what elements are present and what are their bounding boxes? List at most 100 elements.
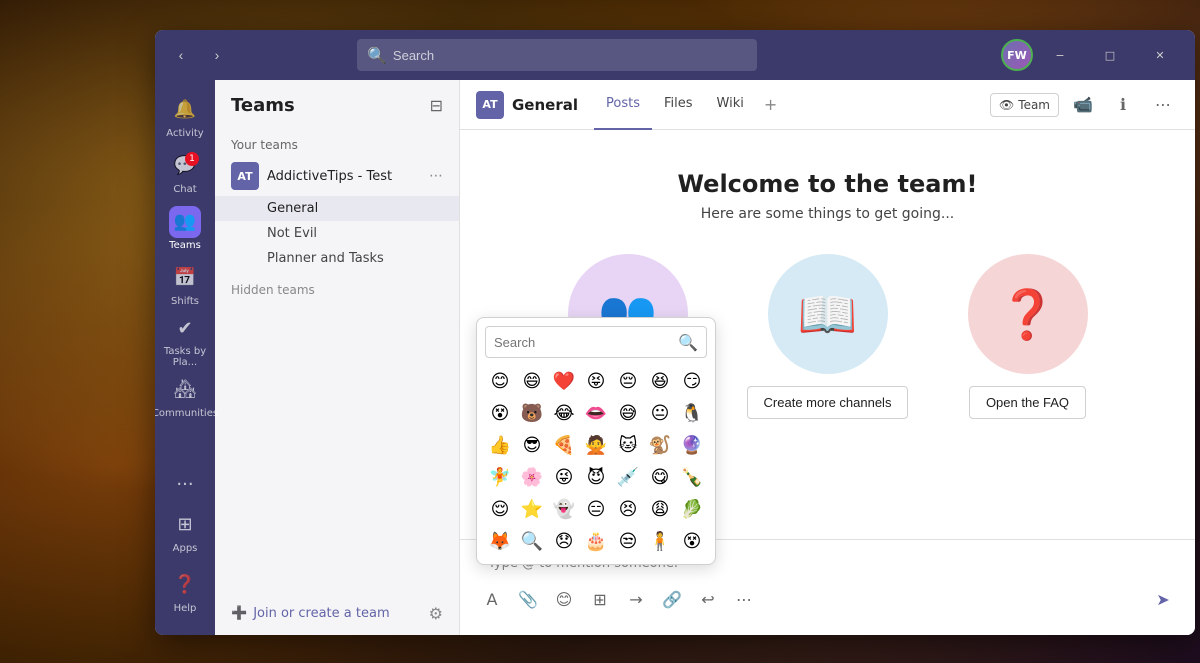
emoji-item[interactable]: 🐱	[613, 430, 643, 460]
emoji-item[interactable]: 🔮	[677, 430, 707, 460]
emoji-item[interactable]: 😄	[517, 366, 547, 396]
schedule-button[interactable]: ↩	[692, 583, 724, 615]
emoji-item[interactable]: 🐒	[645, 430, 675, 460]
emoji-item[interactable]: 😋	[645, 462, 675, 492]
emoji-item[interactable]: 😩	[645, 494, 675, 524]
sidebar-item-communities[interactable]: 🏘 Communities	[159, 368, 211, 424]
emoji-item[interactable]: 💉	[613, 462, 643, 492]
emoji-item[interactable]: 😎	[517, 430, 547, 460]
team-more-icon[interactable]: ⋯	[429, 168, 443, 184]
emoji-item[interactable]: 🧍	[645, 526, 675, 556]
emoji-item[interactable]: 🎂	[581, 526, 611, 556]
sidebar-bottom: ⊞ Apps ❓ Help	[159, 503, 211, 627]
forward-button[interactable]: ›	[203, 41, 231, 69]
search-bar: 🔍	[357, 39, 757, 71]
emoji-item[interactable]: ❤️	[549, 366, 579, 396]
emoji-item[interactable]: 😑	[581, 494, 611, 524]
shifts-icon: 📅	[169, 262, 201, 294]
format-button[interactable]: A	[476, 583, 508, 615]
attach-button[interactable]: 📎	[512, 583, 544, 615]
emoji-item[interactable]: 😵	[485, 398, 515, 428]
emoji-search-input[interactable]	[494, 335, 678, 350]
sidebar-item-chat[interactable]: 💬 1 Chat	[159, 144, 211, 200]
close-button[interactable]: ✕	[1137, 39, 1183, 71]
emoji-item[interactable]: 😌	[485, 494, 515, 524]
settings-icon[interactable]: ⚙	[429, 604, 443, 623]
emoji-item[interactable]: 🥬	[677, 494, 707, 524]
tab-files[interactable]: Files	[652, 80, 705, 130]
sidebar-item-apps[interactable]: ⊞ Apps	[159, 503, 211, 559]
titlebar: ‹ › 🔍 FW − □ ✕	[155, 30, 1195, 80]
sidebar-item-help[interactable]: ❓ Help	[159, 563, 211, 619]
emoji-item[interactable]: 😣	[613, 494, 643, 524]
channel-tabs: Posts Files Wiki +	[594, 80, 785, 130]
emoji-item[interactable]: 🍾	[677, 462, 707, 492]
apps-button[interactable]: ⊞	[584, 583, 616, 615]
channel-item-planner[interactable]: Planner and Tasks	[215, 246, 459, 271]
emoji-item[interactable]: 🐻	[517, 398, 547, 428]
sticker-button[interactable]: 🔗	[656, 583, 688, 615]
send-button[interactable]: ➤	[1147, 583, 1179, 615]
more-tools-button[interactable]: ⋯	[728, 583, 760, 615]
channel-item-notevil[interactable]: Not Evil	[215, 221, 459, 246]
info-button[interactable]: ℹ	[1107, 89, 1139, 121]
create-channels-button[interactable]: Create more channels	[747, 386, 909, 419]
emoji-item[interactable]: 🦊	[485, 526, 515, 556]
sidebar-more-button[interactable]: ...	[165, 463, 205, 495]
teams-filter-icon[interactable]: ⊟	[430, 96, 443, 115]
minimize-button[interactable]: −	[1037, 39, 1083, 71]
sidebar: 🔔 Activity 💬 1 Chat 👥 Teams 📅 Shifts ✔	[155, 80, 215, 635]
teams-header: Teams ⊟	[215, 80, 459, 130]
emoji-item[interactable]: 🔍	[517, 526, 547, 556]
gif-button[interactable]: →	[620, 583, 652, 615]
sidebar-item-tasks[interactable]: ✔ Tasks by Pla...	[159, 312, 211, 368]
teams-bottom: ➕ Join or create a team ⚙	[215, 592, 459, 635]
avatar[interactable]: FW	[1001, 39, 1033, 71]
emoji-item[interactable]: 🌸	[517, 462, 547, 492]
sidebar-item-activity[interactable]: 🔔 Activity	[159, 88, 211, 144]
emoji-item[interactable]: 😊	[485, 366, 515, 396]
emoji-item[interactable]: 😏	[677, 366, 707, 396]
team-item-addictive[interactable]: AT AddictiveTips - Test ⋯	[215, 156, 459, 196]
emoji-item[interactable]: 🍕	[549, 430, 579, 460]
team-button[interactable]: 👁 Team	[990, 93, 1059, 117]
sidebar-item-shifts[interactable]: 📅 Shifts	[159, 256, 211, 312]
emoji-item[interactable]: 🐧	[677, 398, 707, 428]
emoji-item[interactable]: 😆	[645, 366, 675, 396]
emoji-item[interactable]: 😐	[645, 398, 675, 428]
message-toolbar: A 📎 😊 ⊞ → 🔗 ↩ ⋯ ➤	[476, 579, 1179, 619]
emoji-item[interactable]: 🧚	[485, 462, 515, 492]
emoji-item[interactable]: 👄	[581, 398, 611, 428]
welcome-card-faq: ❓ Open the FAQ	[938, 254, 1118, 419]
emoji-item[interactable]: 😜	[549, 462, 579, 492]
emoji-item[interactable]: 😒	[613, 526, 643, 556]
join-create-button[interactable]: ➕ Join or create a team	[231, 606, 390, 621]
add-tab-button[interactable]: +	[756, 80, 785, 130]
emoji-item[interactable]: ⭐	[517, 494, 547, 524]
back-button[interactable]: ‹	[167, 41, 195, 69]
emoji-item[interactable]: 😅	[613, 398, 643, 428]
channel-item-general[interactable]: General	[215, 196, 459, 221]
tab-posts[interactable]: Posts	[594, 80, 652, 130]
emoji-item[interactable]: 😈	[581, 462, 611, 492]
emoji-item[interactable]: 😞	[549, 526, 579, 556]
activity-icon: 🔔	[169, 94, 201, 126]
emoji-item[interactable]: 😂	[549, 398, 579, 428]
sidebar-item-teams[interactable]: 👥 Teams	[159, 200, 211, 256]
emoji-item[interactable]: 👻	[549, 494, 579, 524]
emoji-item[interactable]: 😵	[677, 526, 707, 556]
tab-wiki[interactable]: Wiki	[705, 80, 756, 130]
search-input[interactable]	[393, 48, 747, 63]
more-options-button[interactable]: ⋯	[1147, 89, 1179, 121]
faq-illustration: ❓	[968, 254, 1088, 374]
emoji-item[interactable]: 👍	[485, 430, 515, 460]
emoji-button[interactable]: 😊	[548, 583, 580, 615]
video-button[interactable]: 📹	[1067, 89, 1099, 121]
maximize-button[interactable]: □	[1087, 39, 1133, 71]
emoji-item[interactable]: 🙅	[581, 430, 611, 460]
emoji-item[interactable]: 😝	[581, 366, 611, 396]
emoji-item[interactable]: 😔	[613, 366, 643, 396]
sidebar-label-shifts: Shifts	[171, 296, 199, 307]
open-faq-button[interactable]: Open the FAQ	[969, 386, 1086, 419]
join-icon: ➕	[231, 606, 247, 621]
